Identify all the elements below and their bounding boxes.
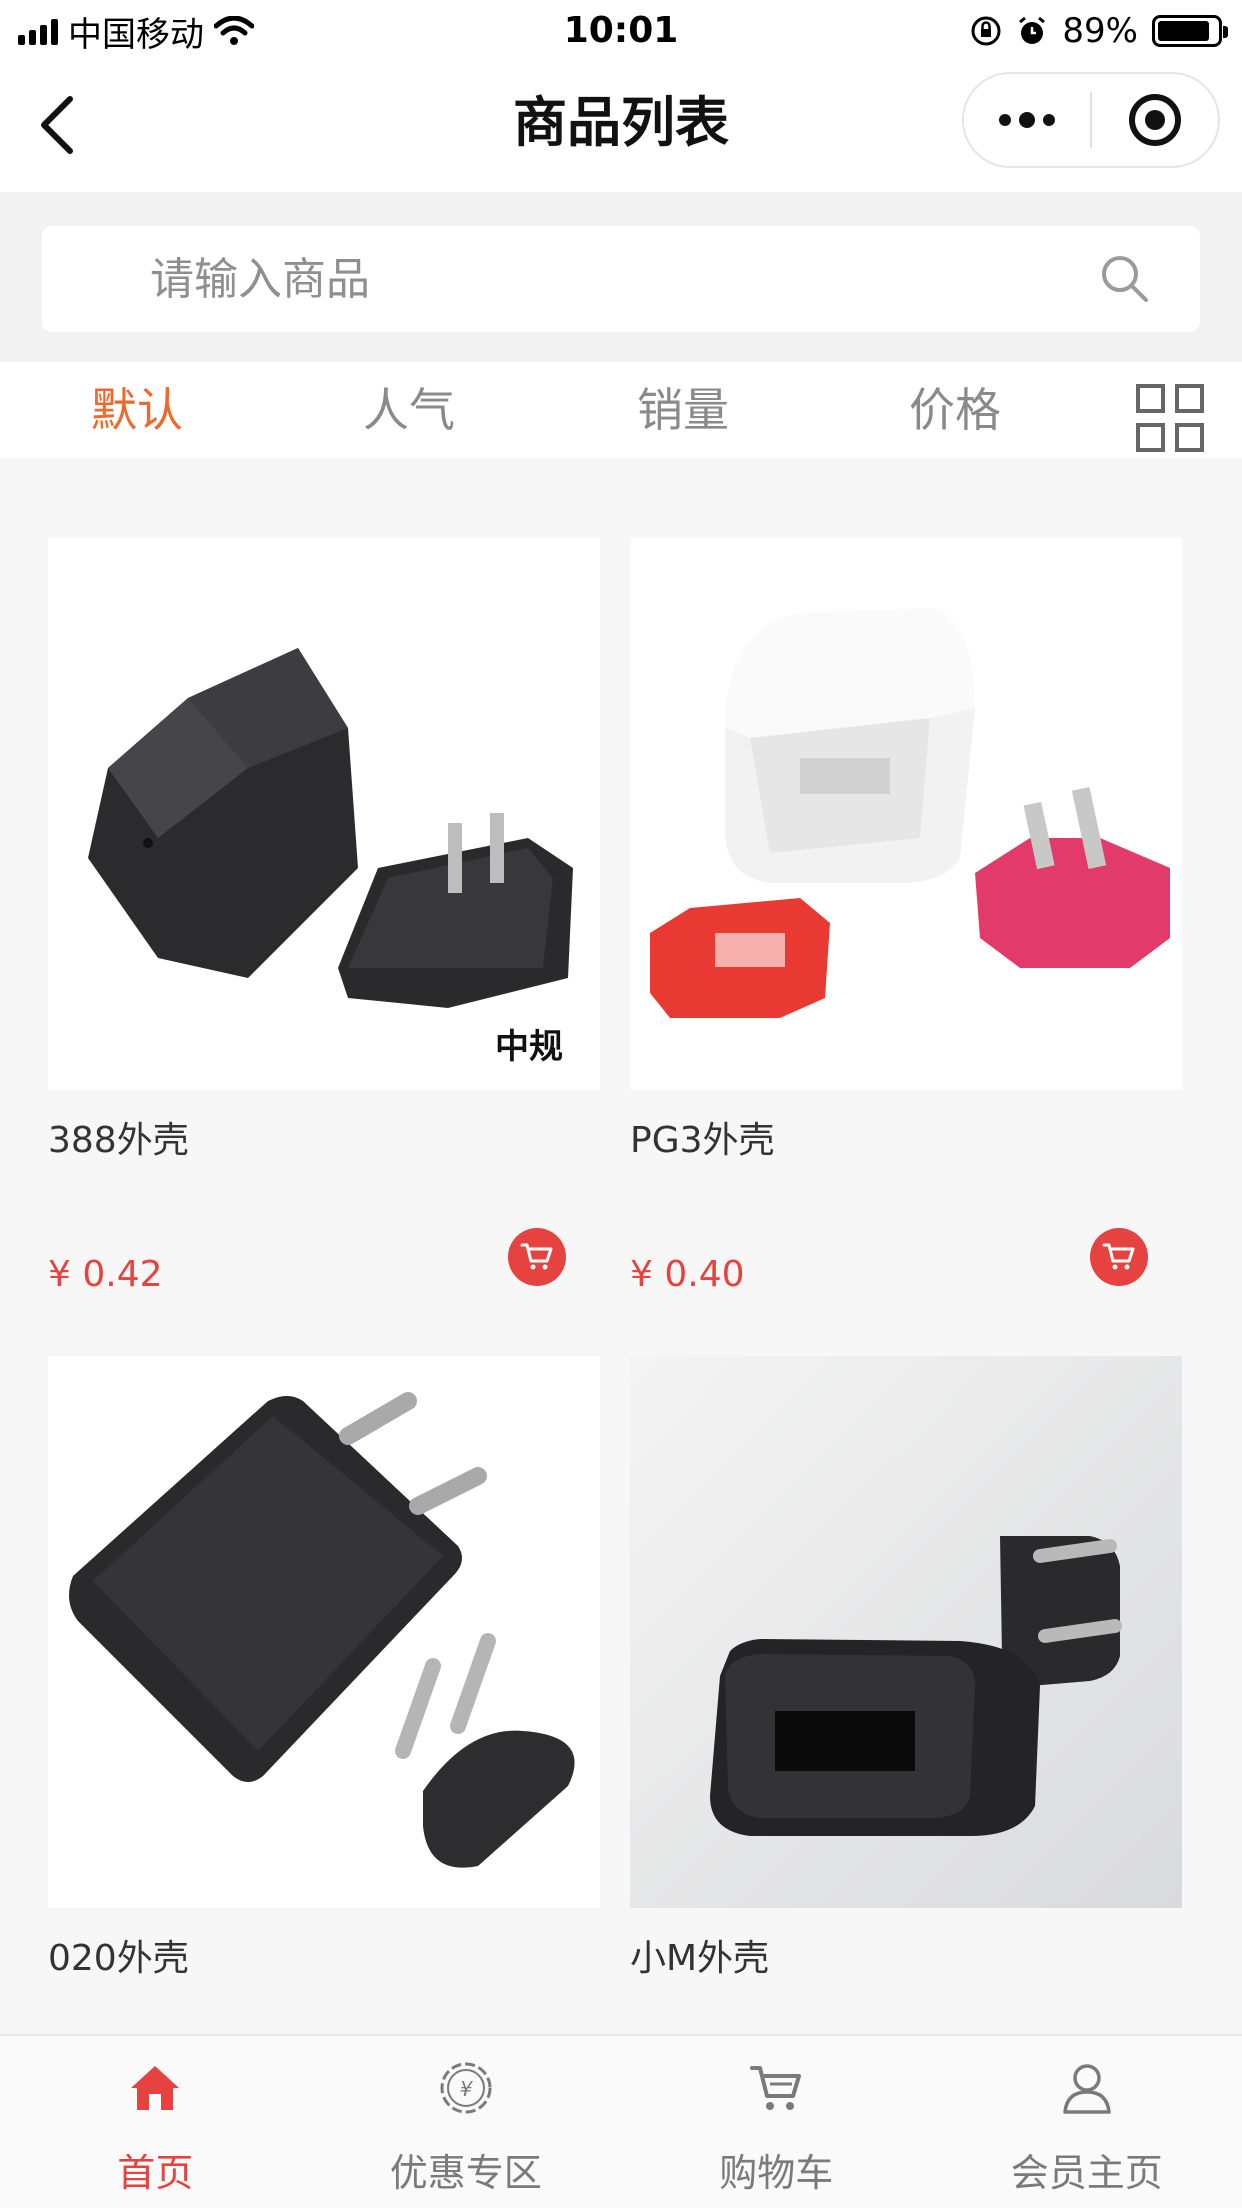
product-grid: 中规 388外壳 ¥ 0.42 PG3外壳 ¥ 0.40 020外壳 小M外壳 [0,458,1242,2034]
search-section [0,192,1242,362]
tab-default[interactable]: 默认 [42,362,232,458]
battery-percent: 89% [1062,11,1138,51]
product-card[interactable]: 小M外壳 [630,1356,1182,1984]
svg-text:¥: ¥ [459,2077,473,2101]
product-name[interactable]: 388外壳 [48,1116,600,1166]
home-icon [131,2066,180,2110]
price-row: ¥ 0.40 [630,1226,1182,1316]
tabbar-home[interactable]: 首页 [0,2036,311,2208]
status-bar: 中国移动 10:01 89% [0,0,1242,62]
product-name[interactable]: PG3外壳 [630,1116,1182,1166]
product-card[interactable]: 020外壳 [48,1356,600,1984]
status-right: 89% [970,8,1228,54]
charger-image [630,538,1182,1090]
target-icon [1128,94,1181,146]
charger-image: 中规 [48,538,600,1090]
more-dots-icon [999,112,1055,128]
grid-view-icon[interactable] [1136,384,1204,452]
tabbar-label: 首页 [117,2151,194,2195]
add-to-cart-button[interactable] [508,1228,566,1286]
product-price: ¥ 0.40 [630,1254,745,1295]
cart-icon [1102,1243,1135,1270]
tabbar-promotions[interactable]: ¥ 优惠专区 [311,2036,622,2208]
product-name[interactable]: 020外壳 [48,1934,600,1984]
cart-icon [520,1243,553,1270]
product-card[interactable]: 中规 388外壳 ¥ 0.42 [48,538,600,1316]
tabbar-cart[interactable]: 购物车 [621,2036,932,2208]
coupon-icon: ¥ [440,2062,492,2114]
add-to-cart-button[interactable] [1090,1228,1148,1286]
search-icon[interactable] [1098,252,1152,306]
charger-image [630,1356,1182,1908]
tab-popularity[interactable]: 人气 [314,362,504,458]
product-image[interactable] [630,1356,1182,1908]
product-name[interactable]: 小M外壳 [630,1934,1182,1984]
product-price: ¥ 0.42 [48,1254,163,1295]
product-image[interactable]: 中规 [48,538,600,1090]
rotation-lock-icon [971,16,1001,46]
battery-icon [1152,15,1228,47]
close-miniprogram-button[interactable] [1092,74,1218,166]
tab-sales[interactable]: 销量 [588,362,778,458]
tabbar-member[interactable]: 会员主页 [932,2036,1242,2208]
nav-bar: 商品列表 [0,62,1242,192]
tabbar-label: 会员主页 [1010,2151,1163,2195]
more-button[interactable] [964,74,1090,166]
product-image[interactable] [630,538,1182,1090]
tab-price[interactable]: 价格 [860,362,1050,458]
tabbar-label: 优惠专区 [389,2151,542,2195]
alarm-icon [1019,16,1046,44]
sort-tabs: 默认 人气 销量 价格 [0,362,1242,458]
image-caption: 中规 [495,1027,563,1067]
price-row: ¥ 0.42 [48,1226,600,1316]
user-icon [1063,2064,1111,2114]
search-box[interactable] [42,226,1200,332]
mini-program-capsule [962,72,1220,168]
search-input[interactable] [150,226,1050,332]
charger-image [48,1356,600,1908]
bottom-tabbar: 首页 ¥ 优惠专区 购物车 会员主页 [0,2034,1242,2208]
product-image[interactable] [48,1356,600,1908]
cart-icon [750,2066,802,2110]
product-card[interactable]: PG3外壳 ¥ 0.40 [630,538,1182,1316]
tabbar-label: 购物车 [719,2151,834,2195]
